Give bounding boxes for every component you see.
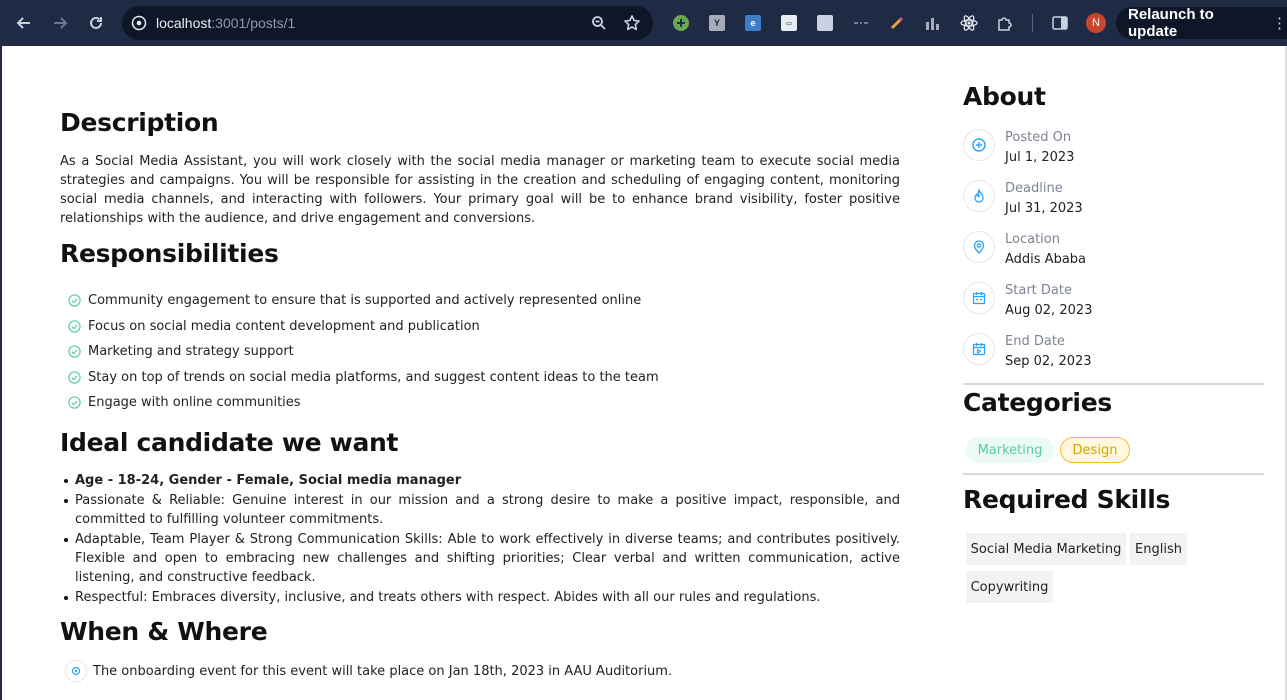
page-content: Description As a Social Media Assistant,…: [0, 46, 1287, 700]
description-heading: Description: [60, 108, 219, 137]
list-item: Age - 18-24, Gender - Female, Social med…: [64, 471, 900, 490]
about-value: Jul 31, 2023: [1005, 201, 1083, 216]
list-item: Stay on top of trends on social media pl…: [68, 365, 659, 391]
when-where-text: The onboarding event for this event will…: [93, 663, 673, 679]
extensions-puzzle-icon[interactable]: [992, 10, 1018, 36]
about-label: Deadline: [1005, 181, 1063, 196]
arrow-right-icon: [54, 17, 68, 29]
calendar-check-icon: [963, 333, 995, 365]
location-pin-icon: [65, 660, 87, 682]
extensions-bar: Y e ▭ N: [668, 10, 1109, 36]
about-label: Location: [1005, 232, 1060, 247]
ideal-candidate-heading: Ideal candidate we want: [60, 428, 399, 457]
reload-icon: [90, 16, 102, 29]
relaunch-button[interactable]: Relaunch to update ⋮: [1116, 6, 1287, 40]
toolbar-divider: [1032, 14, 1033, 32]
extension-doc-icon[interactable]: ▭: [776, 10, 802, 36]
skill-chip: English: [1130, 533, 1187, 565]
responsibility-text: Stay on top of trends on social media pl…: [88, 369, 659, 385]
category-chip-design[interactable]: Design: [1060, 437, 1130, 463]
about-value: Jul 1, 2023: [1005, 150, 1075, 165]
category-chip-marketing[interactable]: Marketing: [966, 437, 1054, 463]
url-path: :3001/posts/1: [211, 15, 296, 31]
check-circle-icon: [68, 320, 81, 333]
list-item: Marketing and strategy support: [68, 339, 659, 365]
responsibility-text: Marketing and strategy support: [88, 344, 294, 360]
list-item: Engage with online communities: [68, 390, 659, 416]
about-label: Start Date: [1005, 283, 1072, 298]
section-divider: [963, 383, 1264, 385]
responsibility-text: Community engagement to ensure that is s…: [88, 293, 642, 309]
list-item: Passionate & Reliable: Genuine interest …: [64, 493, 900, 527]
section-divider: [963, 473, 1264, 475]
list-item: Community engagement to ensure that is s…: [68, 288, 659, 314]
about-start-date: Start Date Aug 02, 2023: [963, 282, 1092, 320]
about-value: Aug 02, 2023: [1005, 303, 1093, 318]
description-text: As a Social Media Assistant, you will wo…: [60, 154, 900, 226]
list-item: Focus on social media content developmen…: [68, 314, 659, 340]
check-circle-icon: [68, 345, 81, 358]
calendar-icon: [963, 282, 995, 314]
extension-react-icon[interactable]: [956, 10, 982, 36]
extension-pen-icon[interactable]: [884, 10, 910, 36]
url-host: localhost: [156, 15, 212, 31]
about-posted-on: Posted On Jul 1, 2023: [963, 129, 1074, 167]
arrow-left-icon: [16, 17, 30, 29]
side-panel-icon[interactable]: [1047, 10, 1073, 36]
responsibility-text: Focus on social media content developmen…: [88, 318, 480, 334]
browser-toolbar: localhost:3001/posts/1 Y e ▭ N Relaunch …: [0, 0, 1287, 46]
about-value: Addis Ababa: [1005, 252, 1087, 267]
about-location: Location Addis Ababa: [963, 231, 1086, 269]
extension-plus-icon[interactable]: [668, 10, 694, 36]
zoom-icon[interactable]: [591, 15, 607, 31]
fire-icon: [963, 180, 995, 212]
extension-link-icon[interactable]: [848, 10, 874, 36]
about-value: Sep 02, 2023: [1005, 354, 1092, 369]
responsibilities-heading: Responsibilities: [60, 239, 279, 268]
forward-button[interactable]: [42, 5, 78, 41]
profile-avatar[interactable]: N: [1083, 10, 1109, 36]
required-skills-heading: Required Skills: [963, 485, 1171, 514]
plus-circle-icon: [963, 129, 995, 161]
extension-e-icon[interactable]: e: [740, 10, 766, 36]
check-circle-icon: [68, 294, 81, 307]
more-menu-icon[interactable]: ⋮: [1272, 14, 1287, 32]
when-where-heading: When & Where: [60, 617, 268, 646]
location-pin-icon: [963, 231, 995, 263]
site-info-icon[interactable]: [122, 15, 156, 31]
url-text[interactable]: localhost:3001/posts/1: [156, 15, 295, 31]
list-item: Adaptable, Team Player & Strong Communic…: [64, 532, 900, 585]
about-heading: About: [963, 82, 1046, 111]
about-label: End Date: [1005, 334, 1065, 349]
when-where-row: The onboarding event for this event will…: [65, 660, 672, 682]
list-item: Respectful: Embraces diversity, inclusiv…: [64, 588, 900, 607]
extension-y-icon[interactable]: Y: [704, 10, 730, 36]
responsibility-text: Engage with online communities: [88, 395, 301, 411]
about-label: Posted On: [1005, 130, 1072, 145]
window-edge: [0, 46, 2, 700]
responsibilities-list: Community engagement to ensure that is s…: [68, 288, 659, 416]
check-circle-icon: [68, 396, 81, 409]
back-button[interactable]: [6, 5, 42, 41]
extension-image-icon[interactable]: [812, 10, 838, 36]
extension-bars-icon[interactable]: [920, 10, 946, 36]
categories-heading: Categories: [963, 388, 1112, 417]
check-circle-icon: [68, 371, 81, 384]
bookmark-star-icon[interactable]: [623, 14, 641, 32]
about-end-date: End Date Sep 02, 2023: [963, 333, 1092, 371]
reload-button[interactable]: [78, 5, 114, 41]
about-deadline: Deadline Jul 31, 2023: [963, 180, 1083, 218]
relaunch-label: Relaunch to update: [1128, 6, 1214, 40]
skill-chip: Social Media Marketing: [966, 533, 1126, 565]
ideal-candidate-list: Age - 18-24, Gender - Female, Social med…: [64, 471, 900, 608]
skill-chip: Copywriting: [966, 571, 1053, 603]
address-bar[interactable]: localhost:3001/posts/1: [122, 6, 653, 40]
